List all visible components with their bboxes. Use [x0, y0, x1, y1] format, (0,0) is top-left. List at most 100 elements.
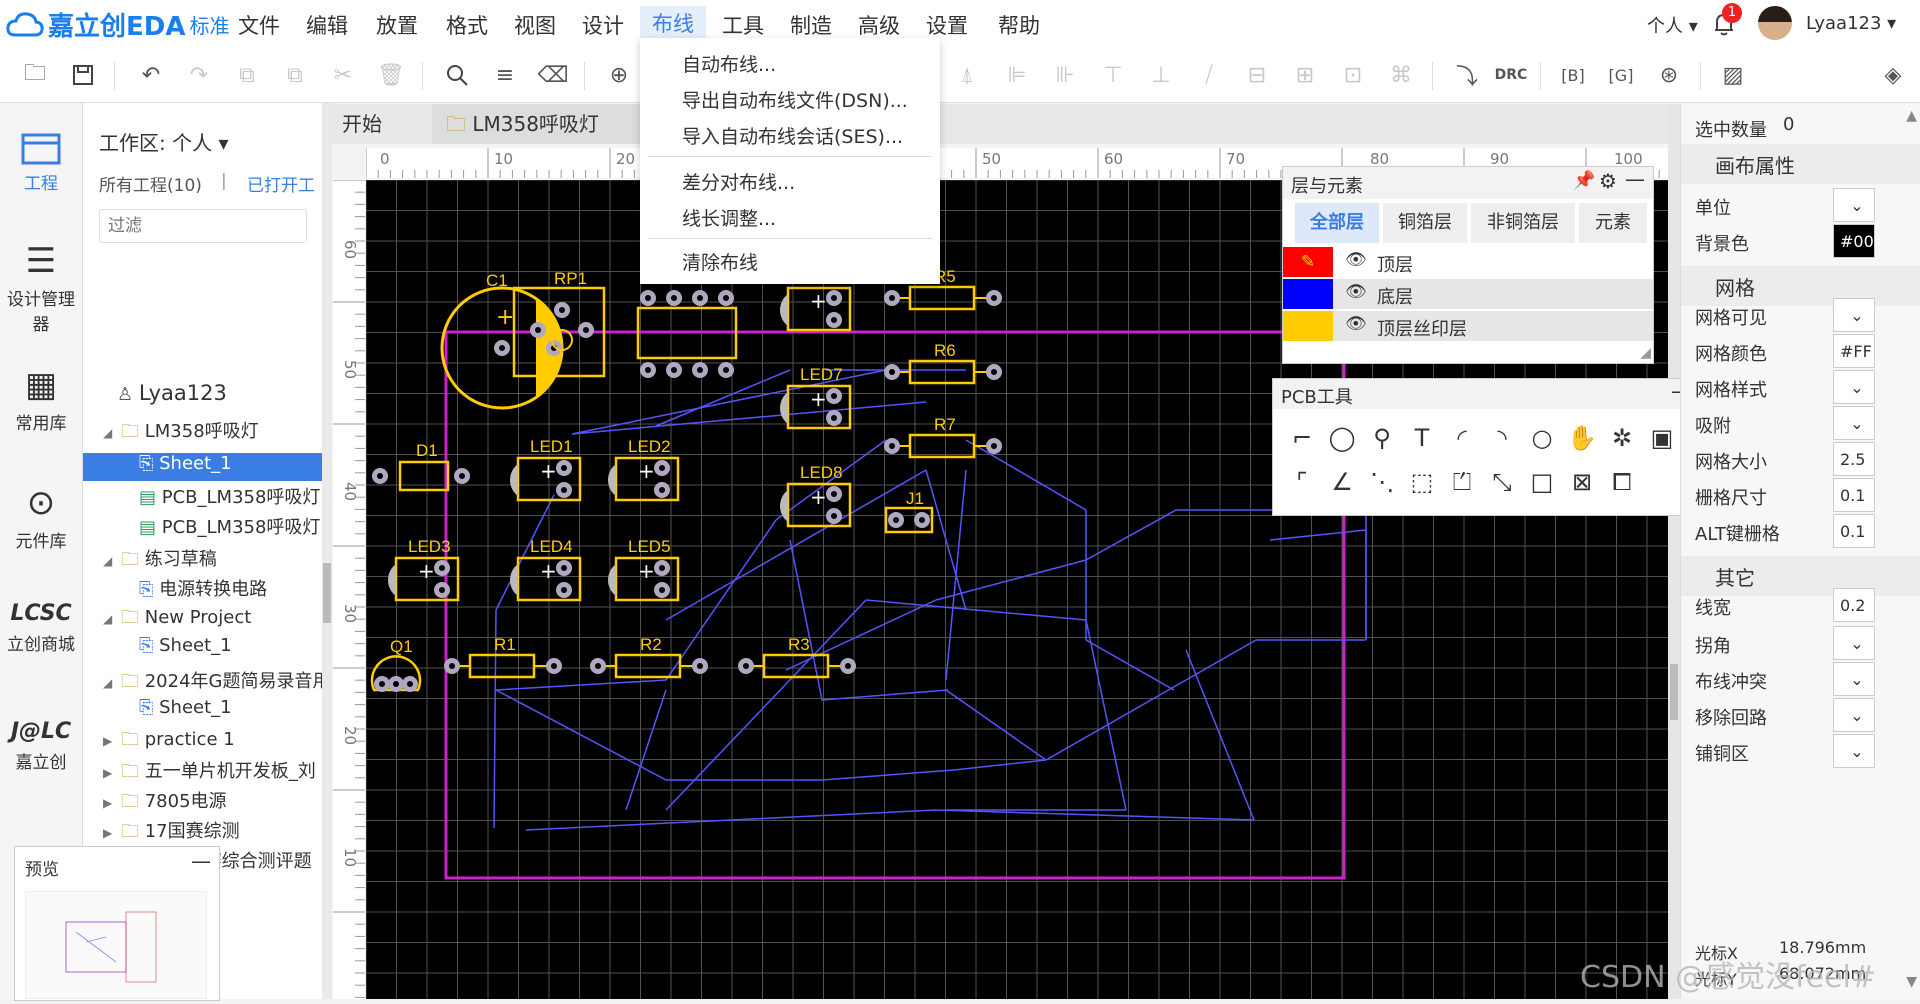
group-icon[interactable]: ⌘	[1384, 58, 1418, 92]
tab-copper-layers[interactable]: 铜箔层	[1383, 203, 1467, 243]
menu-item-auto-route[interactable]: 自动布线...	[682, 50, 776, 77]
open-icon[interactable]: 🗀	[18, 58, 52, 92]
hand-icon[interactable]: ✋	[1565, 421, 1599, 455]
distribute-icon[interactable]: ⊞	[1288, 58, 1322, 92]
expand-toggle-icon[interactable]: ◢	[103, 554, 121, 568]
line-width-input[interactable]: 0.2	[1833, 588, 1875, 622]
zoom-in-icon[interactable]: ⊕	[602, 58, 636, 92]
corner-select[interactable]: ⌄	[1833, 626, 1875, 660]
menu-0[interactable]: 文件	[238, 10, 280, 40]
layer-color-swatch[interactable]	[1283, 311, 1333, 341]
tab-start[interactable]: 开始	[342, 104, 428, 144]
eye-icon[interactable]: 👁	[1345, 314, 1367, 334]
menu-9[interactable]: 高级	[858, 10, 900, 40]
align-icon[interactable]: ⍋	[950, 58, 984, 92]
copper-select[interactable]: ⌄	[1833, 734, 1875, 768]
splitter-handle[interactable]	[1670, 664, 1678, 720]
tree-item[interactable]: ◢ 🗀 2024年G题简易录音用	[103, 667, 331, 699]
preview-thumbnail[interactable]	[25, 891, 207, 999]
grid-style-select[interactable]: ⌄	[1833, 370, 1875, 404]
save-icon[interactable]	[66, 58, 100, 92]
scroll-down-icon[interactable]: ▼	[1906, 974, 1917, 990]
tab-noncopper-layers[interactable]: 非铜箔层	[1471, 203, 1575, 243]
nav-design-manager[interactable]: ☰ 设计管理器	[0, 241, 82, 335]
menu-item-export-dsn[interactable]: 导出自动布线文件(DSN)...	[682, 86, 908, 113]
tree-item[interactable]: ▶ 🗀 17国赛综测	[103, 817, 240, 849]
menu-4[interactable]: 视图	[514, 10, 556, 40]
all-projects-tab[interactable]: 所有工程(10)	[99, 171, 202, 196]
tree-item[interactable]: ▶ 🗀 五一单片机开发板_刘	[103, 757, 316, 789]
tree-item[interactable]: ◢ 🗀 New Project	[103, 605, 251, 635]
expand-toggle-icon[interactable]: ◢	[103, 426, 121, 440]
arc-icon[interactable]: ◜	[1445, 421, 1479, 455]
expand-toggle-icon[interactable]: ▶	[103, 766, 121, 780]
scope-dropdown[interactable]: 个人 ▾	[1647, 12, 1698, 38]
copy-icon[interactable]: ⧉	[230, 58, 264, 92]
nav-common-lib[interactable]: ▦ 常用库	[0, 365, 82, 434]
expand-toggle-icon[interactable]: ▶	[103, 826, 121, 840]
connect-icon[interactable]: ✲	[1605, 421, 1639, 455]
measure-icon[interactable]: ⤡	[1485, 465, 1519, 499]
angle-icon[interactable]: ∠	[1325, 465, 1359, 499]
align-center-icon[interactable]: ⧸	[1192, 58, 1226, 92]
layer-color-swatch[interactable]: ✎	[1283, 247, 1333, 277]
tree-item[interactable]: ◢ 🗀 练习草稿	[103, 545, 217, 577]
copper-area-icon[interactable]: ⧠	[1605, 465, 1639, 499]
app-logo[interactable]: 嘉立创EDA 标准	[6, 6, 229, 42]
distribute-v-icon[interactable]: ⊡	[1336, 58, 1370, 92]
region-icon[interactable]: ⬚	[1405, 465, 1439, 499]
menu-item-clear-route[interactable]: 清除布线	[682, 248, 758, 275]
panel-splitter[interactable]	[322, 103, 332, 999]
track-icon[interactable]: ⌐	[1285, 421, 1319, 455]
align-right-icon[interactable]: ⊪	[1048, 58, 1082, 92]
paste-icon[interactable]: ⧉	[278, 58, 312, 92]
cut-icon[interactable]: ✂	[326, 58, 360, 92]
gear-icon[interactable]: ⚙	[1599, 169, 1617, 193]
section-other[interactable]: 其它	[1681, 556, 1920, 596]
polygon-icon[interactable]: ⏍	[1445, 465, 1479, 499]
expand-toggle-icon[interactable]: ▶	[103, 796, 121, 810]
grid-color-input[interactable]: #FF	[1833, 334, 1875, 368]
layer-row[interactable]: ✎ 👁 顶层	[1283, 247, 1653, 277]
eraser-icon[interactable]: ⌫	[536, 58, 570, 92]
tab-all-layers[interactable]: 全部层	[1295, 203, 1379, 243]
align-middle-icon[interactable]: ⊟	[1240, 58, 1274, 92]
menu-5[interactable]: 设计	[582, 10, 624, 40]
tree-item[interactable]: ▤ PCB_LM358呼吸灯	[121, 513, 320, 539]
scroll-up-icon[interactable]: ▲	[1906, 108, 1917, 124]
eye-icon[interactable]: 👁	[1345, 250, 1367, 270]
grid-size-input[interactable]: 2.5	[1833, 442, 1875, 476]
menu-7[interactable]: 工具	[722, 10, 764, 40]
nav-project[interactable]: 工程	[0, 129, 82, 194]
import-icon[interactable]: ⤵	[1450, 58, 1484, 92]
snap-size-input[interactable]: 0.1	[1833, 478, 1875, 512]
nav-lcsc-mall[interactable]: LCSC 立创商城	[0, 601, 82, 655]
3d-icon[interactable]: ⊛	[1652, 58, 1686, 92]
bg-color-input[interactable]: #00	[1833, 224, 1875, 258]
search-icon[interactable]	[440, 58, 474, 92]
ratsnest-icon[interactable]: ⋱	[1365, 465, 1399, 499]
avatar[interactable]	[1758, 6, 1792, 40]
drc-button[interactable]: DRC	[1494, 58, 1528, 92]
workspace-selector[interactable]: 工作区: 个人 ▾	[99, 127, 229, 156]
splitter-handle[interactable]	[323, 563, 331, 623]
gerber-icon[interactable]: [G]	[1604, 58, 1638, 92]
unit-select[interactable]: ⌄	[1833, 188, 1875, 222]
menu-2[interactable]: 放置	[376, 10, 418, 40]
minimize-icon[interactable]: —	[1625, 167, 1645, 191]
tree-item[interactable]: ⎘ Sheet_1	[121, 697, 232, 718]
menu-3[interactable]: 格式	[446, 10, 488, 40]
menu-6[interactable]: 布线	[640, 6, 706, 40]
tree-item[interactable]: ⎘ Sheet_1	[83, 453, 322, 481]
resize-grip-icon[interactable]: ◢	[1640, 345, 1651, 361]
eye-icon[interactable]: 👁	[1345, 282, 1367, 302]
conflict-select[interactable]: ⌄	[1833, 662, 1875, 696]
align-left-icon[interactable]: ⊫	[1000, 58, 1034, 92]
tree-item[interactable]: ⎘ 电源转换电路	[121, 575, 267, 601]
grid-visible-select[interactable]: ⌄	[1833, 298, 1875, 332]
pin-icon[interactable]: 📌	[1573, 170, 1595, 191]
menu-10[interactable]: 设置	[926, 10, 968, 40]
menu-item-import-ses[interactable]: 导入自动布线会话(SES)...	[682, 122, 903, 149]
tree-item[interactable]: ▤ PCB_LM358呼吸灯	[121, 483, 320, 509]
open-projects-tab[interactable]: 已打开工	[247, 171, 321, 196]
